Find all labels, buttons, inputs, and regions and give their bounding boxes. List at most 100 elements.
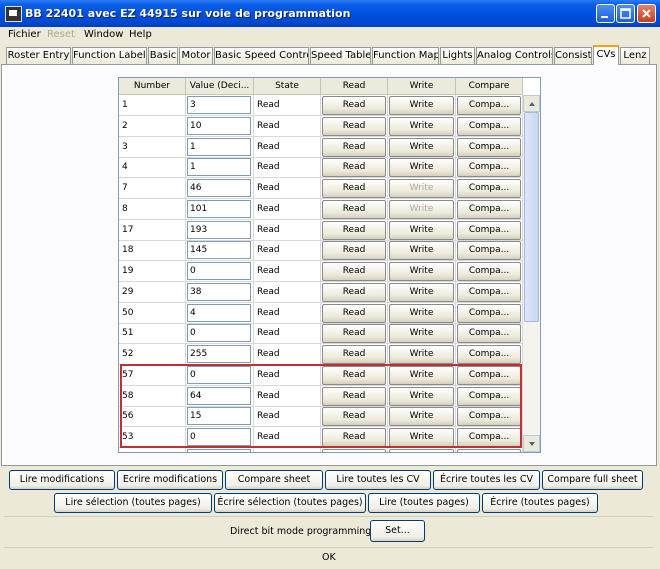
lire-selection-button[interactable]: Lire sélection (toutes pages) xyxy=(54,493,212,513)
tab-consist[interactable]: Consist xyxy=(554,47,592,64)
read-button[interactable]: Read xyxy=(322,428,386,447)
lire-toutes-pages-button[interactable]: Lire (toutes pages) xyxy=(368,493,480,513)
header-read[interactable]: Read xyxy=(321,78,388,95)
lire-toutes-cv-button[interactable]: Lire toutes les CV xyxy=(325,470,431,490)
read-button[interactable]: Read xyxy=(322,158,386,178)
compare-button[interactable]: Compa... xyxy=(457,179,521,198)
read-button[interactable]: Read xyxy=(322,324,386,344)
write-button[interactable]: Write xyxy=(389,303,454,323)
compare-button[interactable]: Compa... xyxy=(457,386,521,406)
write-button[interactable]: Write xyxy=(389,386,454,406)
cv-value-field[interactable]: 193 xyxy=(187,220,251,239)
write-button[interactable]: Write xyxy=(389,428,454,447)
read-button[interactable]: Read xyxy=(322,386,386,406)
compare-button[interactable]: Compa... xyxy=(457,220,521,240)
cv-value-field[interactable]: 10 xyxy=(187,116,251,135)
write-button[interactable]: Write xyxy=(389,407,454,427)
header-compare[interactable]: Compare xyxy=(456,78,523,95)
maximize-button[interactable] xyxy=(616,4,635,23)
compare-button[interactable]: Compa... xyxy=(457,303,521,323)
cv-value-field[interactable]: 15 xyxy=(187,407,251,426)
cv-value-field[interactable]: 3 xyxy=(187,96,251,114)
cv-value-field[interactable]: 145 xyxy=(187,241,251,260)
compare-button[interactable]: Compa... xyxy=(457,428,521,447)
write-button[interactable]: Write xyxy=(389,96,454,115)
tab-analog-controls[interactable]: Analog Controls xyxy=(476,47,553,64)
cv-value-field[interactable]: 0 xyxy=(187,428,251,446)
close-button[interactable] xyxy=(637,4,656,23)
write-button[interactable]: Write xyxy=(389,158,454,178)
read-button[interactable]: Read xyxy=(322,365,386,385)
cv-value-field[interactable]: 46 xyxy=(187,179,251,197)
ecrire-modifications-button[interactable]: Ecrire modifications xyxy=(117,470,223,490)
cv-value-field[interactable]: 0 xyxy=(187,262,251,280)
cv-value-field[interactable]: 1 xyxy=(187,137,251,156)
read-button[interactable]: Read xyxy=(322,199,386,219)
tab-speed-table[interactable]: Speed Table xyxy=(310,47,371,64)
menu-fichier[interactable]: Fichier xyxy=(8,29,41,40)
tab-lights[interactable]: Lights xyxy=(440,47,475,64)
compare-sheet-button[interactable]: Compare sheet xyxy=(225,470,323,490)
lire-modifications-button[interactable]: Lire modifications xyxy=(9,470,115,490)
header-write[interactable]: Write xyxy=(388,78,456,95)
write-button[interactable]: Write xyxy=(389,345,454,364)
tab-roster-entry[interactable]: Roster Entry xyxy=(6,47,71,64)
write-button[interactable]: Write xyxy=(389,116,454,136)
cv-value-field[interactable]: 255 xyxy=(187,345,251,363)
compare-button[interactable]: Compa... xyxy=(457,116,521,136)
read-button[interactable]: Read xyxy=(322,345,386,364)
write-button[interactable]: Write xyxy=(389,199,454,219)
read-button[interactable]: Read xyxy=(322,262,386,281)
compare-button[interactable]: Compa... xyxy=(457,158,521,178)
compare-button[interactable]: Compa... xyxy=(457,96,521,115)
ecrire-selection-button[interactable]: Écrire sélection (toutes pages) xyxy=(214,493,366,513)
read-button[interactable]: Read xyxy=(322,241,386,261)
header-number[interactable]: Number xyxy=(119,78,186,95)
scroll-up-button[interactable] xyxy=(523,95,540,112)
read-button[interactable]: Read xyxy=(322,179,386,198)
menu-reset[interactable]: Reset xyxy=(47,29,75,40)
compare-button[interactable]: Compa... xyxy=(457,324,521,344)
write-button[interactable]: Write xyxy=(389,241,454,261)
read-button[interactable]: Read xyxy=(322,220,386,240)
write-button[interactable]: Write xyxy=(389,179,454,198)
write-button[interactable]: Write xyxy=(389,220,454,240)
header-value[interactable]: Value (Deci... xyxy=(186,78,254,95)
compare-button[interactable]: Compa... xyxy=(457,241,521,261)
minimize-button[interactable] xyxy=(596,4,615,23)
menu-help[interactable]: Help xyxy=(129,29,152,40)
cv-value-field[interactable]: 38 xyxy=(187,282,251,301)
ecrire-toutes-pages-button[interactable]: Écrire (toutes pages) xyxy=(482,493,598,513)
read-button[interactable]: Read xyxy=(322,448,386,452)
compare-button[interactable]: Compa... xyxy=(457,407,521,427)
write-button[interactable]: Write xyxy=(389,324,454,344)
header-state[interactable]: State xyxy=(254,78,321,95)
tab-lenz[interactable]: Lenz xyxy=(620,47,650,64)
compare-button[interactable]: Compa... xyxy=(457,365,521,385)
tab-motor[interactable]: Motor xyxy=(179,47,213,64)
ecrire-toutes-cv-button[interactable]: Écrire toutes les CV xyxy=(433,470,540,490)
write-button[interactable]: Write xyxy=(389,282,454,302)
read-button[interactable]: Read xyxy=(322,303,386,323)
write-button[interactable]: Write xyxy=(389,365,454,385)
cv-value-field[interactable]: 0 xyxy=(187,365,251,384)
tab-function-labels[interactable]: Function Labels xyxy=(72,47,147,64)
write-button[interactable]: Write xyxy=(389,262,454,281)
compare-button[interactable]: Compa... xyxy=(457,282,521,302)
compare-button[interactable]: Compa... xyxy=(457,448,521,452)
scroll-down-button[interactable] xyxy=(523,435,540,452)
compare-button[interactable]: Compa... xyxy=(457,199,521,219)
set-mode-button[interactable]: Set... xyxy=(370,520,425,542)
tab-function-map[interactable]: Function Map xyxy=(372,47,439,64)
cv-value-field[interactable]: 0 xyxy=(187,324,251,343)
tab-basic-speed-control[interactable]: Basic Speed Control xyxy=(214,47,309,64)
read-button[interactable]: Read xyxy=(322,96,386,115)
compare-button[interactable]: Compa... xyxy=(457,137,521,157)
compare-full-sheet-button[interactable]: Compare full sheet xyxy=(542,470,643,490)
read-button[interactable]: Read xyxy=(322,282,386,302)
cv-value-field[interactable]: 101 xyxy=(187,199,251,218)
compare-button[interactable]: Compa... xyxy=(457,262,521,281)
table-scrollbar[interactable] xyxy=(523,95,540,452)
menu-window[interactable]: Window xyxy=(84,29,123,40)
tab-cvs[interactable]: CVs xyxy=(593,45,619,65)
